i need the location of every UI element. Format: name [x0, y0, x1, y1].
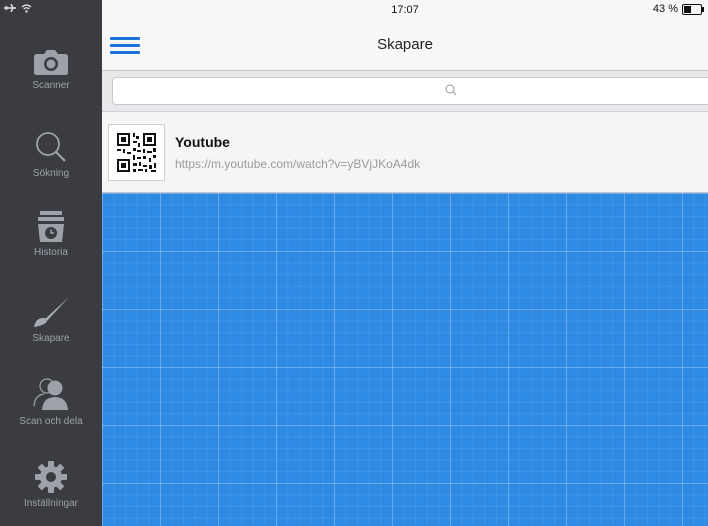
sidebar-item-label: Scanner: [32, 80, 70, 91]
blueprint-background: [102, 193, 708, 526]
sidebar-item-label: Skapare: [32, 333, 70, 344]
search-input[interactable]: [112, 77, 708, 105]
status-time: 17:07: [391, 4, 419, 16]
brush-icon: [34, 297, 69, 327]
list-item[interactable]: Youtube https://m.youtube.com/watch?v=yB…: [102, 112, 708, 193]
qr-code-icon: [108, 124, 165, 181]
sidebar-item-label: Sökning: [32, 168, 70, 179]
search-bar: [102, 71, 708, 112]
battery-percent: 43 %: [652, 3, 678, 15]
sidebar-item-scanner[interactable]: Scanner: [0, 48, 102, 91]
sidebar-item-settings[interactable]: Inställningar: [0, 460, 102, 509]
sidebar-item-label: Historia: [34, 247, 68, 258]
gear-icon: [35, 461, 67, 493]
battery-indicator: 43 %: [652, 3, 704, 15]
search-icon: [445, 84, 457, 96]
share-user-icon: [33, 378, 68, 410]
sidebar: Scanner Sökning Historia Skapare Scan oc…: [0, 0, 102, 526]
camera-icon: [34, 50, 68, 75]
page-title: Skapare: [377, 36, 433, 53]
sidebar-item-scan-share[interactable]: Scan och dela: [0, 376, 102, 427]
battery-icon: [682, 3, 704, 15]
wifi-icon: [21, 3, 32, 13]
airplane-icon: [4, 3, 16, 13]
sidebar-item-label: Inställningar: [24, 498, 78, 509]
status-icons-left: [4, 3, 32, 13]
sidebar-item-label: Scan och dela: [19, 416, 83, 427]
item-title: Youtube: [175, 134, 230, 150]
item-url: https://m.youtube.com/watch?v=yBVjJKoA4d…: [175, 157, 421, 171]
navigation-bar: Skapare: [102, 20, 708, 71]
sidebar-item-search[interactable]: Sökning: [0, 130, 102, 179]
sidebar-item-creator[interactable]: Skapare: [0, 295, 102, 344]
main-content: 17:07 43 % Skapare Youtube https://m.you…: [102, 0, 708, 526]
status-bar: 17:07 43 %: [102, 0, 708, 20]
sidebar-item-history[interactable]: Historia: [0, 211, 102, 258]
search-icon: [36, 132, 66, 162]
history-icon: [38, 211, 64, 242]
